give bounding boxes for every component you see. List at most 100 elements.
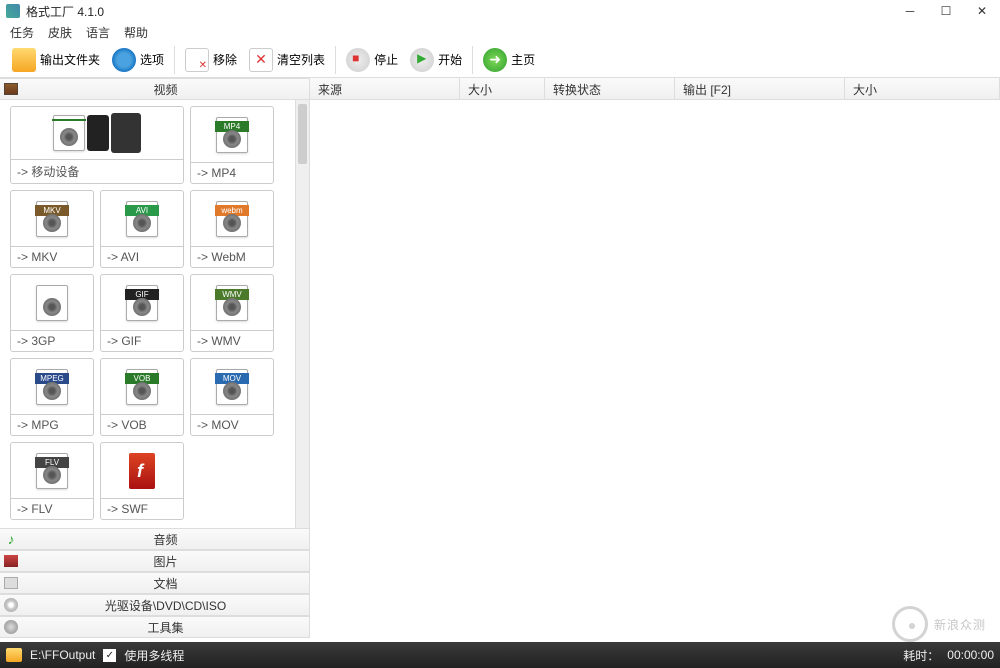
format-card-mp4[interactable]: -> MP4 (190, 106, 274, 184)
toolbar-separator (335, 46, 336, 74)
options-button[interactable]: 选项 (106, 46, 170, 74)
menu-language[interactable]: 语言 (86, 24, 110, 41)
category-tools-label: 工具集 (22, 619, 309, 636)
mpg-icon (36, 369, 68, 405)
format-label-mp4: -> MP4 (191, 162, 273, 183)
remove-button[interactable]: 移除 (179, 46, 243, 74)
wmv-icon (216, 285, 248, 321)
close-button[interactable]: ✕ (970, 4, 994, 18)
watermark: 新浪众测 (892, 606, 986, 642)
task-list: 来源 大小 转换状态 输出 [F2] 大小 (310, 78, 1000, 638)
category-tools[interactable]: 工具集 (0, 616, 309, 638)
options-icon (112, 48, 136, 72)
format-label-vob: -> VOB (101, 414, 183, 435)
menu-help[interactable]: 帮助 (124, 24, 148, 41)
format-label-avi: -> AVI (101, 246, 183, 267)
format-card-mkv[interactable]: -> MKV (10, 190, 94, 268)
minimize-button[interactable]: ─ (898, 4, 922, 18)
col-size[interactable]: 大小 (460, 78, 545, 99)
col-status[interactable]: 转换状态 (545, 78, 675, 99)
start-button[interactable]: 开始 (404, 46, 468, 74)
folder-icon (12, 48, 36, 72)
format-card-gif[interactable]: -> GIF (100, 274, 184, 352)
home-label: 主页 (511, 51, 535, 68)
watermark-icon (892, 606, 928, 642)
format-card-wmv[interactable]: -> WMV (190, 274, 274, 352)
format-card-mobile[interactable]: -> 移动设备 (10, 106, 184, 184)
toolbar-separator (472, 46, 473, 74)
video-icon (4, 83, 18, 95)
output-folder-button[interactable]: 输出文件夹 (6, 46, 106, 74)
list-body[interactable] (310, 100, 1000, 638)
format-label-webm: -> WebM (191, 246, 273, 267)
3gp-icon (36, 285, 68, 321)
maximize-button[interactable]: ☐ (934, 4, 958, 18)
format-label-3gp: -> 3GP (11, 330, 93, 351)
status-bar: E:\FFOutput ✓ 使用多线程 耗时： 00:00:00 (0, 642, 1000, 668)
document-icon (4, 577, 18, 589)
category-document-label: 文档 (22, 575, 309, 592)
elapsed-value: 00:00:00 (947, 648, 994, 662)
multithread-label: 使用多线程 (124, 647, 184, 664)
toolbar-separator (174, 46, 175, 74)
category-image-label: 图片 (22, 553, 309, 570)
format-card-mpg[interactable]: -> MPG (10, 358, 94, 436)
mobile-devices-icon (53, 113, 141, 153)
stop-button[interactable]: 停止 (340, 46, 404, 74)
window-title: 格式工厂 4.1.0 (26, 3, 898, 20)
category-document[interactable]: 文档 (0, 572, 309, 594)
category-video[interactable]: 视频 (0, 78, 309, 100)
format-label-gif: -> GIF (101, 330, 183, 351)
col-output[interactable]: 输出 [F2] (675, 78, 845, 99)
format-label-mobile: -> 移动设备 (11, 159, 183, 183)
stop-icon (346, 48, 370, 72)
mkv-icon (36, 201, 68, 237)
col-source[interactable]: 来源 (310, 78, 460, 99)
format-card-vob[interactable]: -> VOB (100, 358, 184, 436)
output-path[interactable]: E:\FFOutput (30, 648, 95, 662)
status-folder-icon[interactable] (6, 648, 22, 662)
flv-icon (36, 453, 68, 489)
clear-label: 清空列表 (277, 51, 325, 68)
clear-list-button[interactable]: 清空列表 (243, 46, 331, 74)
format-label-wmv: -> WMV (191, 330, 273, 351)
avi-icon (126, 201, 158, 237)
multithread-checkbox[interactable]: ✓ (103, 649, 116, 662)
format-card-swf[interactable]: -> SWF (100, 442, 184, 520)
options-label: 选项 (140, 51, 164, 68)
scrollbar[interactable] (295, 100, 309, 528)
start-icon (410, 48, 434, 72)
webm-icon (216, 201, 248, 237)
format-label-mkv: -> MKV (11, 246, 93, 267)
start-label: 开始 (438, 51, 462, 68)
format-card-avi[interactable]: -> AVI (100, 190, 184, 268)
menu-task[interactable]: 任务 (10, 24, 34, 41)
list-header: 来源 大小 转换状态 输出 [F2] 大小 (310, 78, 1000, 100)
menu-bar: 任务 皮肤 语言 帮助 (0, 22, 1000, 42)
format-card-flv[interactable]: -> FLV (10, 442, 94, 520)
category-audio[interactable]: ♪ 音频 (0, 528, 309, 550)
disc-icon (4, 598, 18, 612)
image-icon (4, 555, 18, 567)
toolbar: 输出文件夹 选项 移除 清空列表 停止 开始 主页 (0, 42, 1000, 78)
format-card-webm[interactable]: -> WebM (190, 190, 274, 268)
menu-skin[interactable]: 皮肤 (48, 24, 72, 41)
vob-icon (126, 369, 158, 405)
format-card-3gp[interactable]: -> 3GP (10, 274, 94, 352)
formats-grid: -> 移动设备 -> MP4 -> MKV -> AVI -> WebM -> 3GP ->… (0, 100, 295, 528)
output-folder-label: 输出文件夹 (40, 51, 100, 68)
scrollbar-thumb[interactable] (298, 104, 307, 164)
category-disc[interactable]: 光驱设备\DVD\CD\ISO (0, 594, 309, 616)
category-audio-label: 音频 (22, 531, 309, 548)
home-button[interactable]: 主页 (477, 46, 541, 74)
category-disc-label: 光驱设备\DVD\CD\ISO (22, 597, 309, 614)
format-label-mov: -> MOV (191, 414, 273, 435)
mov-icon (216, 369, 248, 405)
col-size2[interactable]: 大小 (845, 78, 1000, 99)
remove-icon (185, 48, 209, 72)
category-image[interactable]: 图片 (0, 550, 309, 572)
elapsed-label: 耗时： (903, 647, 939, 664)
format-label-mpg: -> MPG (11, 414, 93, 435)
gif-icon (126, 285, 158, 321)
format-card-mov[interactable]: -> MOV (190, 358, 274, 436)
